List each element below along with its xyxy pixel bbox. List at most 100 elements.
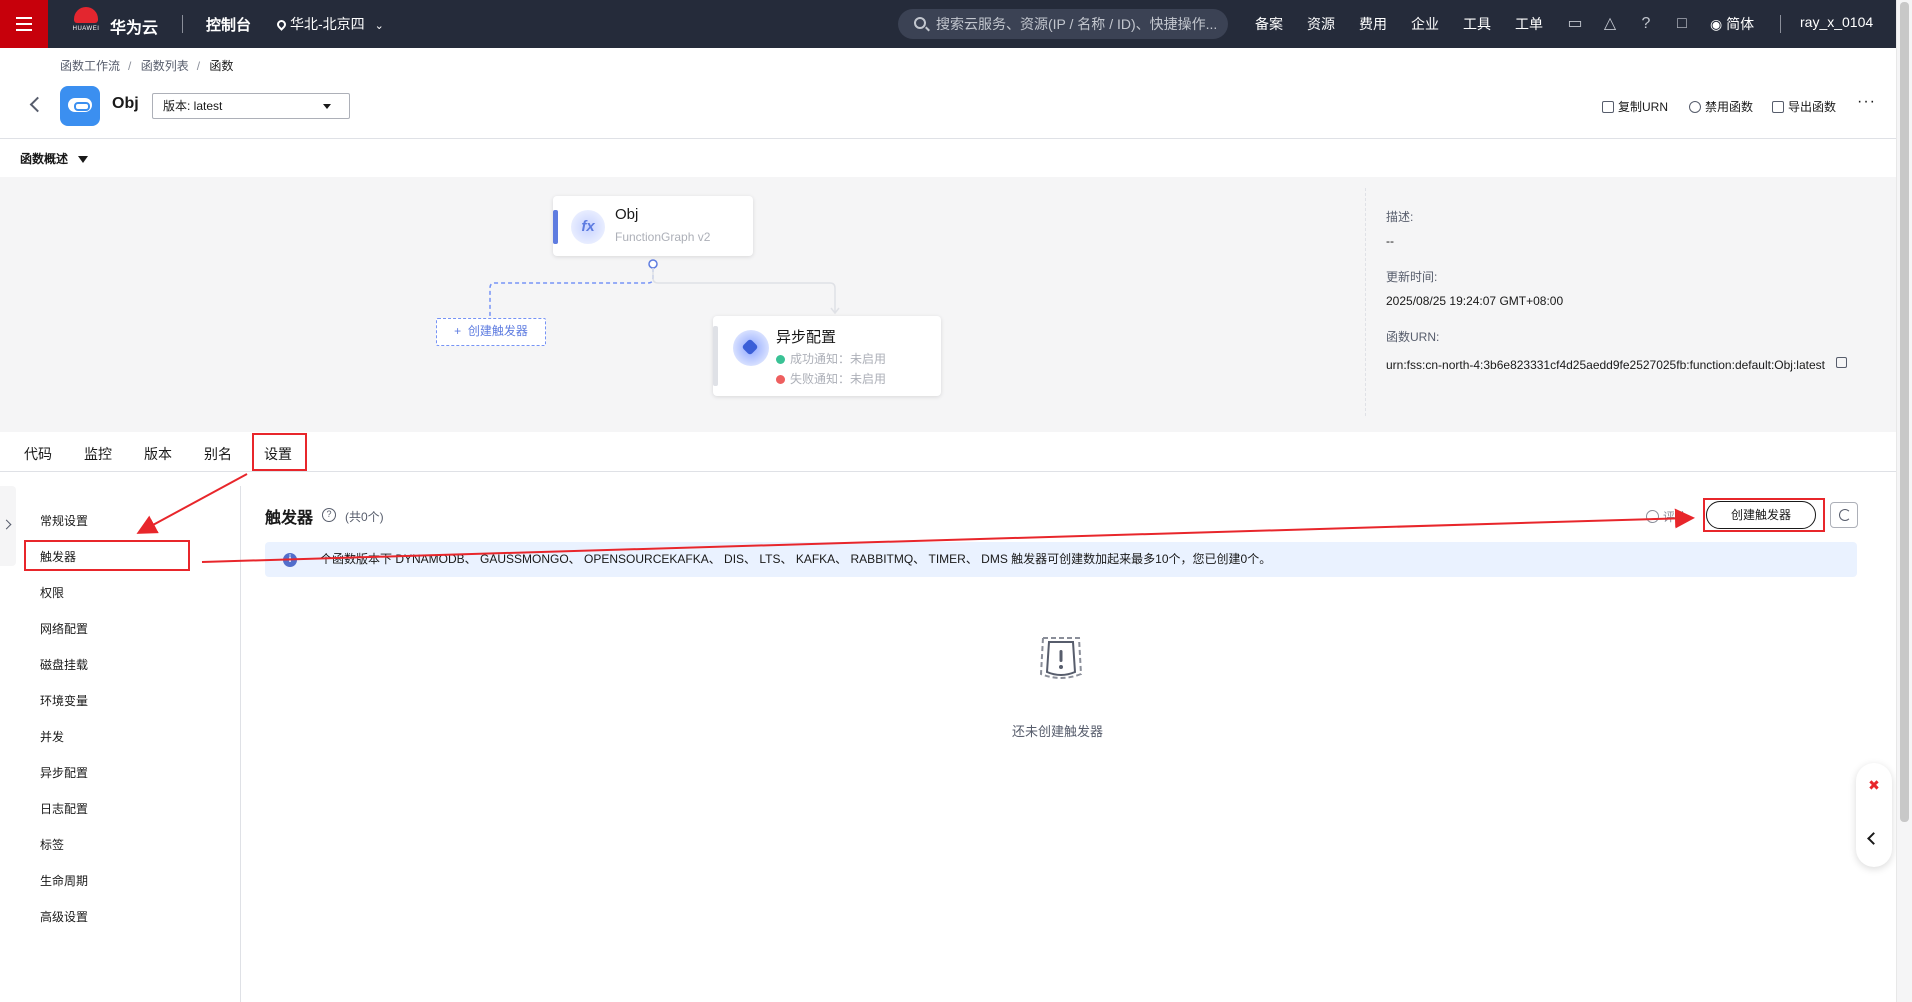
page-scrollbar[interactable] — [1896, 0, 1912, 1002]
description-value: -- — [1386, 234, 1394, 248]
empty-state-icon — [1039, 637, 1083, 679]
failure-status-dot — [776, 375, 785, 384]
sidebar-item-lifecycle[interactable]: 生命周期 — [40, 872, 88, 889]
globe-icon: ◉ — [1710, 16, 1723, 32]
console-link[interactable]: 控制台 — [206, 14, 251, 35]
urn-label: 函数URN: — [1386, 330, 1440, 344]
sidebar-item-network[interactable]: 网络配置 — [40, 620, 88, 637]
success-notification-label: 成功通知：未启用 — [790, 352, 887, 366]
breadcrumb-function-list[interactable]: 函数列表 — [141, 59, 189, 73]
region-label: 华北-北京四 — [290, 16, 365, 32]
caret-down-icon — [78, 156, 89, 164]
function-node-subtitle: FunctionGraph v2 — [615, 230, 711, 244]
user-account-menu[interactable]: ray_x_0104 — [1800, 14, 1873, 30]
copy-urn-button[interactable]: 复制URN — [1602, 98, 1668, 115]
header-divider — [0, 138, 1896, 139]
evaluate-link[interactable]: 评价 — [1646, 508, 1687, 525]
divider — [1780, 15, 1781, 33]
annotation-box-triggers-item — [24, 540, 190, 571]
search-placeholder: 搜索云服务、资源(IP / 名称 / ID)、快捷操作... — [936, 16, 1218, 32]
sidebar-item-concurrency[interactable]: 并发 — [40, 728, 64, 745]
disable-function-button[interactable]: 禁用函数 — [1689, 98, 1753, 115]
more-actions-icon[interactable]: ··· — [1857, 93, 1876, 111]
annotation-arrows — [136, 473, 1695, 563]
function-overview-diagram — [0, 177, 1896, 432]
failure-notification-status: 失败通知：未启用 — [776, 370, 886, 387]
create-trigger-node-button[interactable]: + 创建触发器 — [436, 318, 546, 346]
trigger-count: (共0个) — [345, 510, 384, 524]
language-selector[interactable]: ◉ 简体 — [1710, 14, 1754, 34]
export-function-label: 导出函数 — [1788, 100, 1837, 114]
help-icon[interactable]: ? — [1636, 14, 1656, 34]
hamburger-menu-button[interactable] — [0, 0, 48, 48]
nav-tickets[interactable]: 工单 — [1515, 14, 1543, 34]
notice-text: 个函数版本下 DYNAMODB、 GAUSSMONGO、 OPENSOURCEK… — [320, 552, 1272, 566]
failure-notification-label: 失败通知：未启用 — [790, 372, 887, 386]
function-name: Obj — [112, 95, 139, 112]
breadcrumb-current: 函数 — [209, 59, 234, 73]
disable-icon — [1689, 101, 1701, 113]
function-overview-toggle[interactable]: 函数概述 — [20, 150, 89, 167]
success-notification-status: 成功通知：未启用 — [776, 350, 886, 367]
plus-icon: + — [454, 324, 462, 338]
annotation-box-create-button — [1703, 498, 1825, 532]
card-accent-bar — [553, 210, 558, 244]
info-icon: i — [283, 553, 297, 567]
sidebar-item-permissions[interactable]: 权限 — [40, 584, 64, 601]
help-icon[interactable]: ? — [322, 508, 336, 522]
version-select-label: 版本: latest — [163, 99, 223, 113]
tab-versions[interactable]: 版本 — [144, 444, 172, 464]
empty-state-text: 还未创建触发器 — [1012, 724, 1104, 739]
nav-billing[interactable]: 费用 — [1359, 14, 1387, 34]
tab-monitoring[interactable]: 监控 — [84, 444, 112, 464]
create-trigger-node-label: 创建触发器 — [467, 324, 528, 338]
sidebar-item-advanced[interactable]: 高级设置 — [40, 908, 88, 925]
copy-urn-label: 复制URN — [1618, 100, 1668, 114]
overview-label: 函数概述 — [20, 152, 69, 166]
smile-icon — [1646, 510, 1659, 523]
assistant-logo-icon[interactable]: ✖ — [1866, 777, 1882, 793]
sidebar-item-env-vars[interactable]: 环境变量 — [40, 692, 88, 709]
async-config-icon — [733, 330, 769, 366]
panel-title: 触发器 — [265, 510, 314, 527]
sidebar-item-disk-mount[interactable]: 磁盘挂载 — [40, 656, 88, 673]
nav-beian[interactable]: 备案 — [1255, 14, 1283, 34]
sidebar-item-general[interactable]: 常规设置 — [40, 512, 88, 529]
function-node-card[interactable]: fx Obj FunctionGraph v2 — [553, 196, 753, 256]
back-button[interactable] — [26, 94, 46, 114]
huawei-logo-mark — [74, 7, 98, 23]
caret-down-icon — [323, 104, 331, 109]
breadcrumb: 函数工作流 / 函数列表 / 函数 — [60, 59, 234, 73]
cloud-shell-icon[interactable]: ▭ — [1565, 14, 1585, 34]
breadcrumb-function-workflow[interactable]: 函数工作流 — [60, 59, 120, 73]
version-select[interactable]: 版本: latest — [152, 93, 350, 119]
chevron-down-icon: ⌄ — [374, 20, 384, 32]
copy-urn-icon[interactable] — [1836, 357, 1847, 368]
sidebar-item-log-config[interactable]: 日志配置 — [40, 800, 88, 817]
sidebar-item-tags[interactable]: 标签 — [40, 836, 64, 853]
sidebar-collapse-toggle[interactable] — [0, 486, 16, 566]
nav-enterprise[interactable]: 企业 — [1411, 14, 1439, 34]
tab-aliases[interactable]: 别名 — [204, 444, 232, 464]
async-config-card[interactable]: 异步配置 成功通知：未启用 失败通知：未启用 — [713, 316, 941, 396]
region-selector[interactable]: 华北-北京四 ⌄ — [275, 14, 384, 34]
nav-tools[interactable]: 工具 — [1463, 14, 1491, 34]
huawei-logo[interactable]: HUAWEI — [68, 7, 104, 41]
chevron-left-icon[interactable] — [1867, 832, 1880, 845]
global-search-input[interactable]: 搜索云服务、资源(IP / 名称 / ID)、快捷操作... — [898, 9, 1228, 39]
nav-resources[interactable]: 资源 — [1307, 14, 1335, 34]
divider — [182, 15, 183, 33]
scrollbar-thumb[interactable] — [1900, 2, 1909, 822]
function-fx-icon: fx — [571, 210, 605, 244]
sidebar-item-async-config[interactable]: 异步配置 — [40, 764, 88, 781]
trigger-limit-notice: i 个函数版本下 DYNAMODB、 GAUSSMONGO、 OPENSOURC… — [265, 542, 1857, 577]
feedback-icon[interactable]: □ — [1672, 14, 1692, 34]
refresh-icon[interactable] — [1830, 502, 1858, 528]
description-label: 描述: — [1386, 210, 1414, 224]
bell-icon[interactable]: △ — [1600, 14, 1620, 34]
export-function-button[interactable]: 导出函数 — [1772, 98, 1836, 115]
updated-time-value: 2025/08/25 19:24:07 GMT+08:00 — [1386, 294, 1564, 308]
brand-name[interactable]: 华为云 — [110, 14, 158, 38]
card-accent-bar — [713, 326, 718, 386]
tab-code[interactable]: 代码 — [24, 444, 52, 464]
